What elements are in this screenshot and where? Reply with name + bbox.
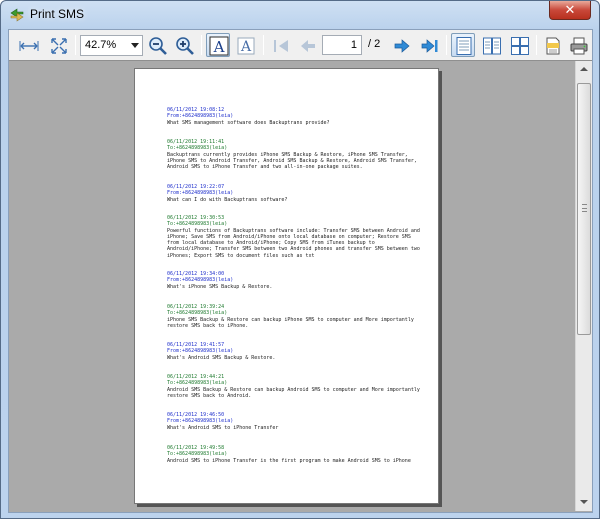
print-sms-window: Print SMS ✕ 42.7% A A 1 / 2 06/11/2012 1… (0, 0, 600, 519)
zoom-out-button[interactable] (145, 33, 169, 57)
zoom-value: 42.7% (85, 39, 117, 51)
toolbar-separator (75, 35, 76, 55)
message-body: Backuptrans currently provides iPhone SM… (167, 151, 417, 171)
four-pages-icon (511, 37, 529, 55)
previous-page-button[interactable] (295, 33, 319, 57)
next-page-button[interactable] (389, 33, 413, 57)
scroll-down-button[interactable] (576, 494, 592, 511)
message-item: 06/11/2012 19:49:58 To:+8624898983(leia)… (167, 445, 422, 464)
previous-page-icon (301, 40, 315, 52)
zoom-select[interactable]: 42.7% (80, 35, 143, 56)
text-larger-icon: A (237, 37, 255, 55)
fit-width-button[interactable] (16, 33, 40, 57)
print-preview-area[interactable]: 06/11/2012 19:08:12 From:+8624898983(lei… (9, 60, 592, 512)
window-title: Print SMS (30, 7, 85, 21)
message-item: 06/11/2012 19:44:21 To:+8624898983(leia)… (167, 374, 422, 399)
next-page-icon (394, 39, 410, 53)
toolbar-separator (446, 35, 447, 55)
last-page-button[interactable] (417, 33, 441, 57)
toolbar: 42.7% A A 1 / 2 (9, 30, 592, 60)
message-body: What SMS management software does Backup… (167, 119, 330, 126)
client-area: 42.7% A A 1 / 2 06/11/2012 19:08:12 From… (8, 29, 593, 513)
message-body: iPhone SMS Backup & Restore can backup i… (167, 316, 414, 329)
page-count: / 2 (368, 38, 380, 50)
zoom-in-icon (176, 37, 194, 55)
text-select-icon: A (209, 36, 229, 56)
message-body: What's iPhone SMS Backup & Restore. (167, 283, 273, 290)
message-item: 06/11/2012 19:39:24 To:+8624898983(leia)… (167, 304, 422, 329)
zoom-in-button[interactable] (172, 33, 196, 57)
message-item: 06/11/2012 19:22:07 From:+8624898983(lei… (167, 184, 422, 203)
single-page-button[interactable] (451, 33, 475, 57)
message-body: What's Android SMS Backup & Restore. (167, 354, 276, 361)
message-item: 06/11/2012 19:08:12 From:+8624898983(lei… (167, 107, 422, 126)
page-setup-icon (546, 37, 560, 55)
two-pages-button[interactable] (479, 33, 503, 57)
message-body: What's Android SMS to iPhone Transfer (167, 424, 279, 431)
message-item: 06/11/2012 19:46:50 From:+8624898983(lei… (167, 412, 422, 431)
print-button[interactable] (566, 33, 590, 57)
svg-text:A: A (213, 38, 225, 56)
message-body: Powerful functions of Backuptrans softwa… (167, 227, 420, 259)
message-item: 06/11/2012 19:11:41 To:+8624898983(leia)… (167, 139, 422, 170)
first-page-button[interactable] (268, 33, 292, 57)
toolbar-separator (536, 35, 537, 55)
total-pages: 2 (374, 38, 381, 50)
app-icon (10, 8, 24, 22)
chevron-down-icon (131, 43, 139, 48)
four-pages-button[interactable] (507, 33, 531, 57)
fit-width-icon (19, 41, 39, 51)
current-page-input[interactable]: 1 (322, 35, 362, 55)
message-item: 06/11/2012 19:41:57 From:+8624898983(lei… (167, 342, 422, 361)
svg-text:A: A (240, 39, 252, 55)
fit-page-button[interactable] (46, 33, 70, 57)
first-page-icon (274, 40, 288, 52)
scroll-thumb[interactable] (577, 83, 591, 335)
page-setup-button[interactable] (540, 33, 564, 57)
fit-page-icon (51, 38, 67, 54)
text-select-button[interactable]: A (206, 33, 230, 57)
message-body: Android SMS to iPhone Transfer is the fi… (167, 457, 411, 464)
message-body: What can I do with Backuptrans software? (167, 196, 288, 203)
printer-icon (570, 37, 588, 55)
toolbar-separator (263, 35, 264, 55)
two-pages-icon (483, 37, 501, 55)
scroll-up-button[interactable] (576, 61, 592, 78)
grip-icon (582, 204, 587, 212)
message-item: 06/11/2012 19:34:00 From:+8624898983(lei… (167, 271, 422, 290)
single-page-icon (456, 37, 472, 55)
vertical-scrollbar[interactable] (575, 61, 592, 511)
message-item: 06/11/2012 19:30:53 To:+8624898983(leia)… (167, 215, 422, 259)
preview-page: 06/11/2012 19:08:12 From:+8624898983(lei… (134, 68, 439, 504)
last-page-icon (421, 39, 438, 53)
text-larger-button[interactable]: A (233, 33, 257, 57)
zoom-out-icon (149, 37, 167, 55)
message-body: Android SMS Backup & Restore can backup … (167, 386, 420, 399)
title-bar[interactable]: Print SMS ✕ (1, 1, 599, 29)
toolbar-separator (201, 35, 202, 55)
close-button[interactable]: ✕ (549, 1, 591, 20)
page-separator: / (368, 38, 372, 50)
